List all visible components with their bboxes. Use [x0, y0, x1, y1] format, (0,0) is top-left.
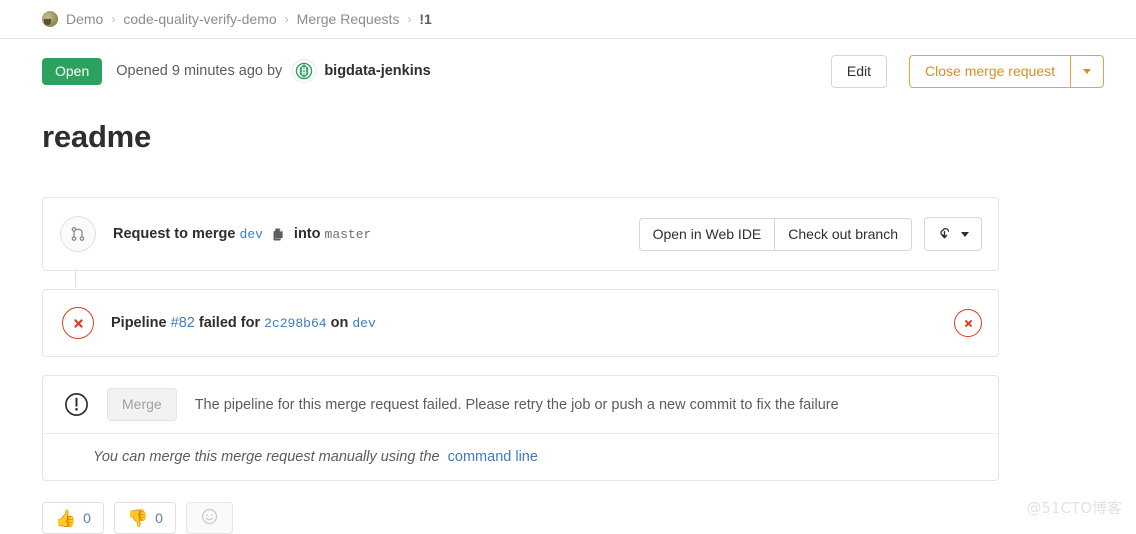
pipeline-branch-link[interactable]: dev [352, 316, 375, 331]
opened-text: Opened 9 minutes ago by [116, 63, 283, 79]
manual-merge-row: You can merge this merge request manuall… [43, 434, 998, 480]
download-code-dropdown[interactable] [924, 217, 982, 251]
breadcrumb-item-mr-number[interactable]: !1 [419, 11, 431, 27]
widget-connector-line [75, 269, 76, 287]
breadcrumb-item-group[interactable]: Demo [66, 11, 103, 27]
breadcrumb-separator: › [284, 12, 289, 26]
mr-status-row: Open Opened 9 minutes ago by bigdata-jen… [0, 39, 1136, 89]
merge-button[interactable]: Merge [107, 388, 177, 421]
merge-prefix-label: Request to merge [113, 226, 236, 242]
pipeline-status-label: failed for [198, 315, 261, 331]
smiley-add-reaction-icon [201, 508, 218, 528]
check-out-branch-button[interactable]: Check out branch [775, 217, 912, 251]
merge-widget-text: Request to merge dev into master [113, 226, 371, 242]
warning-circle-icon [64, 392, 90, 418]
pipeline-widget-row: Pipeline #82 failed for 2c298b64 on dev [43, 290, 998, 356]
chevron-down-icon [961, 231, 969, 237]
chevron-down-icon [1083, 68, 1091, 74]
copy-icon[interactable] [271, 227, 286, 242]
pipeline-on-label: on [330, 315, 349, 331]
merge-widget-row: Request to merge dev into master Open in… [43, 198, 998, 270]
edit-button[interactable]: Edit [830, 54, 888, 88]
pipeline-number-link[interactable]: #82 [171, 315, 195, 331]
pipeline-text: Pipeline #82 failed for 2c298b64 on dev [111, 315, 376, 331]
source-branch-link[interactable]: dev [240, 227, 263, 242]
pipeline-failed-icon [62, 307, 94, 339]
reaction-thumbs-down[interactable]: 👎 0 [113, 502, 176, 534]
breadcrumb-separator: › [111, 12, 116, 26]
close-merge-request-dropdown[interactable] [1071, 54, 1104, 88]
add-reaction-button[interactable] [185, 502, 233, 534]
download-code-icon [937, 225, 952, 243]
jenkins-avatar-icon [292, 59, 317, 83]
reaction-thumbs-up[interactable]: 👍 0 [42, 502, 104, 534]
open-in-web-ide-button[interactable]: Open in Web IDE [638, 217, 776, 251]
reaction-thumbs-up-count: 0 [83, 510, 91, 526]
merge-status-message: The pipeline for this merge request fail… [194, 396, 839, 413]
target-branch-label[interactable]: master [325, 227, 372, 242]
project-avatar-icon [42, 11, 58, 27]
status-badge: Open [42, 57, 103, 85]
author-name[interactable]: bigdata-jenkins [324, 63, 430, 79]
thumbs-down-icon: 👎 [126, 508, 149, 528]
pipeline-widget: Pipeline #82 failed for 2c298b64 on dev [42, 289, 999, 357]
reaction-bar: 👍 0 👎 0 [42, 502, 1136, 534]
close-merge-request-button[interactable]: Close merge request [909, 54, 1071, 88]
merge-middle-label: into [293, 226, 321, 242]
thumbs-up-icon: 👍 [55, 508, 77, 528]
close-merge-request-split-button: Close merge request [909, 54, 1104, 88]
breadcrumb-item-project[interactable]: code-quality-verify-demo [123, 11, 276, 27]
page-title: readme [42, 119, 152, 154]
reaction-thumbs-down-count: 0 [155, 510, 163, 526]
merge-widget-actions: Open in Web IDE Check out branch [638, 217, 912, 251]
merge-request-widget-stack: Request to merge dev into master Open in… [42, 197, 999, 481]
breadcrumb: Demo › code-quality-verify-demo › Merge … [0, 0, 1136, 38]
breadcrumb-item-merge-requests[interactable]: Merge Requests [297, 11, 400, 27]
pipeline-commit-link[interactable]: 2c298b64 [264, 316, 326, 331]
merge-action-widget: Merge The pipeline for this merge reques… [42, 375, 999, 481]
breadcrumb-separator: › [407, 12, 412, 26]
watermark: @51CTO博客 [1026, 499, 1122, 517]
command-line-link[interactable]: command line [448, 449, 538, 465]
dismiss-failed-icon[interactable] [954, 309, 982, 337]
merge-request-icon [60, 216, 96, 252]
merge-action-row: Merge The pipeline for this merge reques… [43, 376, 998, 433]
manual-merge-text: You can merge this merge request manuall… [93, 449, 440, 465]
pipeline-prefix-label: Pipeline [111, 315, 167, 331]
merge-widget: Request to merge dev into master Open in… [42, 197, 999, 271]
